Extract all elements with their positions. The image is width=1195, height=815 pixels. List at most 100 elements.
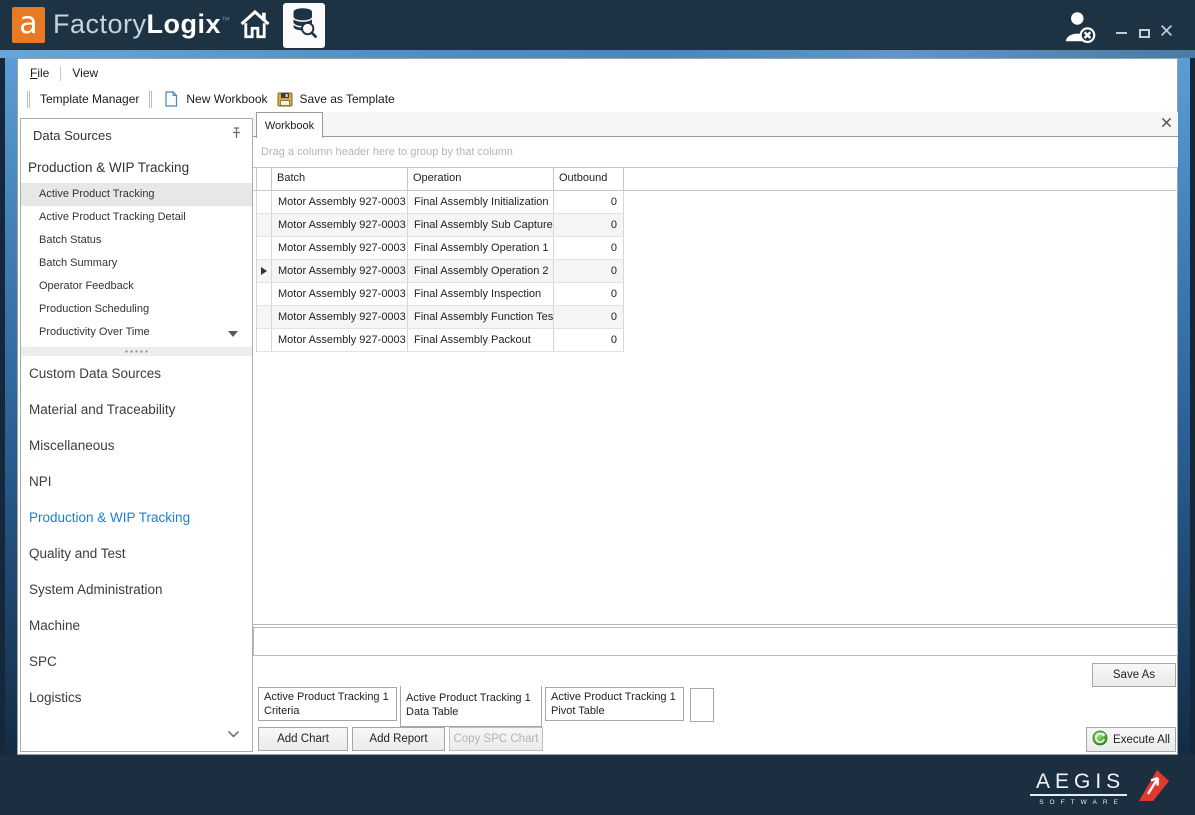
data-source-item[interactable]: Active Product Tracking xyxy=(21,183,252,206)
table-row[interactable]: Motor Assembly 927-0003 Final Assembly O… xyxy=(257,237,624,260)
save-as-template-button[interactable]: Save as Template xyxy=(296,92,399,106)
save-as-button[interactable]: Save As xyxy=(1092,663,1176,687)
data-grid-rows: Motor Assembly 927-0003 Final Assembly I… xyxy=(256,191,624,352)
sidebar-category[interactable]: Machine xyxy=(21,608,252,644)
data-source-item-label: Active Product Tracking Detail xyxy=(39,211,186,223)
maximize-button[interactable] xyxy=(1135,26,1153,40)
table-row[interactable]: Motor Assembly 927-0003 Final Assembly O… xyxy=(257,260,624,283)
data-sources-header: Data Sources xyxy=(21,119,252,151)
table-row[interactable]: Motor Assembly 927-0003 Final Assembly F… xyxy=(257,306,624,329)
outbound-cell[interactable]: 0 xyxy=(554,329,624,351)
data-source-item-label: Production Scheduling xyxy=(39,303,149,315)
operation-cell[interactable]: Final Assembly Function Test xyxy=(408,306,554,328)
outbound-cell[interactable]: 0 xyxy=(554,214,624,236)
operation-cell[interactable]: Final Assembly Initialization xyxy=(408,191,554,213)
sidebar-category[interactable]: SPC xyxy=(21,644,252,680)
template-manager-button[interactable]: Template Manager xyxy=(36,92,143,106)
sidebar-category[interactable]: Miscellaneous xyxy=(21,428,252,464)
row-indicator-cell xyxy=(257,191,272,213)
operation-cell[interactable]: Final Assembly Inspection xyxy=(408,283,554,305)
pin-icon[interactable] xyxy=(231,126,242,144)
batch-cell[interactable]: Motor Assembly 927-0003 xyxy=(272,283,408,305)
close-window-button[interactable] xyxy=(1157,26,1175,40)
outbound-cell[interactable]: 0 xyxy=(554,306,624,328)
sidebar-category-label: System Administration xyxy=(29,582,163,597)
operation-cell[interactable]: Final Assembly Operation 2 xyxy=(408,260,554,282)
column-header-operation[interactable]: Operation xyxy=(408,168,554,190)
data-source-item[interactable]: Productivity Over Time xyxy=(21,321,252,344)
add-chart-button[interactable]: Add Chart xyxy=(258,727,348,751)
user-logout-button[interactable] xyxy=(1060,11,1100,47)
data-source-list: Active Product Tracking Active Product T… xyxy=(21,183,252,344)
sidebar-category[interactable]: System Administration xyxy=(21,572,252,608)
sidebar-category[interactable]: Logistics xyxy=(21,680,252,716)
close-icon xyxy=(1161,115,1172,133)
scroll-down-icon[interactable] xyxy=(228,331,238,337)
sidebar-category-label: Production & WIP Tracking xyxy=(29,510,190,525)
data-source-item-label: Batch Summary xyxy=(39,257,117,269)
data-source-item-label: Active Product Tracking xyxy=(39,188,155,200)
worksheet-tab[interactable]: Active Product Tracking 1 Criteria xyxy=(258,687,397,721)
sidebar-splitter[interactable] xyxy=(21,347,252,356)
sidebar-category[interactable]: NPI xyxy=(21,464,252,500)
batch-cell[interactable]: Motor Assembly 927-0003 xyxy=(272,214,408,236)
outbound-cell[interactable]: 0 xyxy=(554,283,624,305)
sidebar-category[interactable]: Material and Traceability xyxy=(21,392,252,428)
row-indicator-cell xyxy=(257,306,272,328)
grid-footer-panel xyxy=(253,627,1178,656)
current-row-arrow-icon xyxy=(261,267,267,275)
worksheet-tab-line2: Data Table xyxy=(406,705,536,719)
document-tab-strip xyxy=(253,112,1178,137)
data-source-item[interactable]: Active Product Tracking Detail xyxy=(21,206,252,229)
sidebar-category[interactable]: Production & WIP Tracking xyxy=(21,500,252,536)
aegis-arrow-icon xyxy=(1135,767,1171,810)
data-source-item[interactable]: Batch Summary xyxy=(21,252,252,275)
sidebar-category-label: Machine xyxy=(29,618,80,633)
menu-view[interactable]: View xyxy=(66,63,104,83)
sidebar-group-title: Production & WIP Tracking xyxy=(21,151,252,183)
batch-cell[interactable]: Motor Assembly 927-0003 xyxy=(272,237,408,259)
batch-cell[interactable]: Motor Assembly 927-0003 xyxy=(272,306,408,328)
operation-cell[interactable]: Final Assembly Sub Capture xyxy=(408,214,554,236)
outbound-cell[interactable]: 0 xyxy=(554,191,624,213)
add-report-button[interactable]: Add Report xyxy=(352,727,445,751)
table-row[interactable]: Motor Assembly 927-0003 Final Assembly P… xyxy=(257,329,624,352)
maximize-icon xyxy=(1139,29,1150,38)
worksheet-tab-line1: Active Product Tracking 1 xyxy=(264,690,391,704)
operation-cell[interactable]: Final Assembly Packout xyxy=(408,329,554,351)
home-button[interactable] xyxy=(236,8,274,44)
new-workbook-button[interactable]: New Workbook xyxy=(182,92,271,106)
row-indicator-cell xyxy=(257,237,272,259)
batch-cell[interactable]: Motor Assembly 927-0003 xyxy=(272,191,408,213)
tab-workbook[interactable]: Workbook xyxy=(256,112,323,138)
execute-all-button[interactable]: Execute All xyxy=(1086,727,1176,752)
close-tab-button[interactable] xyxy=(1156,114,1176,134)
batch-cell[interactable]: Motor Assembly 927-0003 xyxy=(272,329,408,351)
data-source-item[interactable]: Production Scheduling xyxy=(21,298,252,321)
sidebar-category[interactable]: Custom Data Sources xyxy=(21,356,252,392)
toolbar-separator xyxy=(149,91,152,108)
column-header-row: Batch Operation Outbound xyxy=(253,168,1178,191)
operation-cell[interactable]: Final Assembly Operation 1 xyxy=(408,237,554,259)
chevron-down-icon[interactable] xyxy=(227,725,240,743)
worksheet-tab[interactable]: Active Product Tracking 1 Data Table xyxy=(400,686,542,727)
table-row[interactable]: Motor Assembly 927-0003 Final Assembly I… xyxy=(257,191,624,214)
table-row[interactable]: Motor Assembly 927-0003 Final Assembly S… xyxy=(257,214,624,237)
batch-cell[interactable]: Motor Assembly 927-0003 xyxy=(272,260,408,282)
data-source-explorer-button[interactable] xyxy=(283,3,325,48)
column-header-outbound[interactable]: Outbound xyxy=(554,168,624,190)
menu-file[interactable]: File xyxy=(24,63,55,83)
outbound-cell[interactable]: 0 xyxy=(554,260,624,282)
sidebar-category-label: Miscellaneous xyxy=(29,438,115,453)
minimize-button[interactable] xyxy=(1112,26,1130,40)
data-source-item[interactable]: Operator Feedback xyxy=(21,275,252,298)
worksheet-tab[interactable]: Active Product Tracking 1 Pivot Table xyxy=(545,687,684,721)
outbound-cell[interactable]: 0 xyxy=(554,237,624,259)
column-header-batch[interactable]: Batch xyxy=(272,168,408,190)
sidebar-category[interactable]: Quality and Test xyxy=(21,536,252,572)
execute-refresh-icon xyxy=(1092,730,1108,749)
table-row[interactable]: Motor Assembly 927-0003 Final Assembly I… xyxy=(257,283,624,306)
aegis-software-text: SOFTWARE xyxy=(1033,799,1124,806)
data-source-item[interactable]: Batch Status xyxy=(21,229,252,252)
tab-workbook-label: Workbook xyxy=(265,120,314,132)
